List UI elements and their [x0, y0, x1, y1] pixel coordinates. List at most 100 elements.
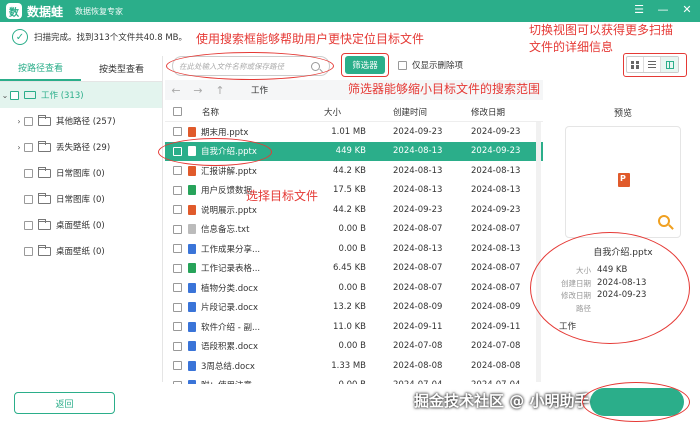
app-name: 数据蛙 — [27, 4, 64, 19]
table-row[interactable]: 附：使用注意...0.00 B2024-07-042024-07-04 — [165, 376, 543, 384]
docx-file-icon — [188, 282, 196, 293]
tree-item-label: 日常图库 (0) — [56, 169, 105, 179]
title-bar: 数 数据蛙 数据恢复专家 ☰ — ✕ — [0, 0, 700, 22]
file-modified: 2024-08-07 — [471, 282, 521, 293]
tree-checkbox[interactable] — [24, 168, 33, 178]
row-checkbox[interactable] — [172, 205, 182, 215]
annotation-box-filter — [341, 53, 389, 77]
file-created: 2024-07-04 — [371, 380, 461, 384]
folder-icon — [38, 114, 51, 126]
row-checkbox[interactable] — [172, 263, 182, 273]
chevron-right-icon[interactable]: › — [14, 143, 24, 152]
annotation-ring-selected — [158, 138, 272, 166]
row-checkbox[interactable] — [172, 322, 182, 332]
file-created: 2024-08-13 — [393, 146, 443, 157]
tree-checkbox[interactable] — [24, 142, 33, 152]
file-name: 植物分类.docx — [201, 283, 259, 294]
file-created: 2024-08-07 — [393, 282, 443, 293]
row-checkbox[interactable] — [172, 244, 182, 254]
file-modified: 2024-08-13 — [471, 243, 521, 254]
table-row[interactable]: 信息备忘.txt 0.00 B 2024-08-07 2024-08-07 — [165, 220, 543, 240]
column-modified[interactable]: 修改日期 — [461, 106, 541, 118]
row-checkbox[interactable] — [172, 380, 182, 384]
row-checkbox[interactable] — [172, 127, 182, 137]
file-size: 44.2 KB — [332, 204, 366, 215]
file-created: 2024-08-07 — [393, 263, 443, 274]
folder-icon — [38, 166, 51, 178]
table-row[interactable]: 语段积累.docx 0.00 B 2024-07-08 2024-07-08 — [165, 337, 543, 357]
tree-item-gallery[interactable]: 日常图库 (0) — [0, 186, 162, 212]
file-name: 期末用.pptx — [201, 127, 249, 138]
drive-icon — [24, 91, 36, 99]
table-row[interactable]: 软件介绍 - 副... 11.0 KB 2024-09-11 2024-09-11 — [165, 317, 543, 337]
file-modified: 2024-07-04 — [461, 380, 541, 384]
tab-by-type[interactable]: 按类型查看 — [81, 56, 162, 81]
file-created: 2024-07-08 — [393, 341, 443, 352]
tab-by-path[interactable]: 按路径查看 — [0, 56, 81, 81]
frog-logo-icon: 数 — [6, 3, 22, 19]
tree-item-lost-paths[interactable]: › 丢失路径 (29) — [0, 134, 162, 160]
deleted-only-checkbox[interactable] — [398, 60, 407, 70]
row-checkbox[interactable] — [172, 361, 182, 371]
table-row[interactable]: 片段记录.docx 13.2 KB 2024-08-09 2024-08-09 — [165, 298, 543, 318]
row-checkbox[interactable] — [172, 166, 182, 176]
file-created: 2024-08-13 — [393, 243, 443, 254]
app-subtitle: 数据恢复专家 — [75, 6, 124, 16]
tree-item-gallery[interactable]: 日常图库 (0) — [0, 160, 162, 186]
file-modified: 2024-08-13 — [471, 165, 521, 176]
file-created: 2024-08-09 — [393, 302, 443, 313]
table-row[interactable]: 工作成果分享... 0.00 B 2024-08-13 2024-08-13 — [165, 239, 543, 259]
up-arrow-icon[interactable]: ↑ — [209, 84, 231, 97]
back-button[interactable]: 返回 — [14, 392, 115, 414]
tree-checkbox[interactable] — [24, 194, 33, 204]
table-row[interactable]: 说明展示.pptx 44.2 KB 2024-09-23 2024-09-23 — [165, 200, 543, 220]
file-modified: 2024-09-23 — [471, 126, 521, 137]
select-all-checkbox[interactable] — [172, 107, 182, 116]
file-name: 工作记录表格... — [201, 264, 261, 275]
breadcrumb[interactable]: 工作 — [251, 84, 268, 96]
folder-icon — [38, 140, 51, 152]
chevron-down-icon[interactable]: ⌄ — [0, 91, 10, 100]
table-row[interactable]: 植物分类.docx 0.00 B 2024-08-07 2024-08-07 — [165, 278, 543, 298]
forward-arrow-icon[interactable]: → — [187, 84, 209, 97]
table-row[interactable]: 工作记录表格... 6.45 KB 2024-08-07 2024-08-07 — [165, 259, 543, 279]
tree-item-wallpaper[interactable]: 桌面壁纸 (0) — [0, 238, 162, 264]
tree-checkbox[interactable] — [10, 90, 19, 100]
zoom-icon[interactable] — [658, 215, 670, 227]
tree-checkbox[interactable] — [24, 116, 33, 126]
back-arrow-icon[interactable]: ← — [165, 84, 187, 97]
chevron-right-icon[interactable]: › — [14, 117, 24, 126]
row-checkbox[interactable] — [172, 283, 182, 293]
file-name: 汇报讲解.pptx — [201, 166, 257, 177]
file-size: 1.33 MB — [331, 360, 366, 371]
scrollbar[interactable] — [536, 122, 541, 382]
deleted-only-toggle[interactable]: 仅显示删除项 — [398, 56, 463, 74]
column-created[interactable]: 创建时间 — [371, 106, 461, 118]
table-row[interactable]: 3周总结.docx 1.33 MB 2024-08-08 2024-08-08 — [165, 356, 543, 376]
tree-item-wallpaper[interactable]: 桌面壁纸 (0) — [0, 212, 162, 238]
file-modified: 2024-09-11 — [471, 321, 521, 332]
tree-checkbox[interactable] — [24, 220, 33, 230]
sidebar-tabs: 按路径查看 按类型查看 — [0, 56, 162, 82]
row-checkbox[interactable] — [172, 341, 182, 351]
file-name: 片段记录.docx — [201, 303, 259, 314]
column-name[interactable]: 名称 — [184, 106, 304, 118]
close-icon[interactable]: ✕ — [680, 3, 694, 16]
table-row[interactable]: 用户反馈数据... 17.5 KB 2024-08-13 2024-08-13 — [165, 181, 543, 201]
column-size[interactable]: 大小 — [304, 106, 371, 118]
file-size: 6.45 KB — [332, 263, 366, 274]
pptx-file-icon — [188, 204, 196, 215]
app-logo: 数 数据蛙 — [6, 3, 63, 20]
file-modified: 2024-09-23 — [471, 204, 521, 215]
tree-checkbox[interactable] — [24, 246, 33, 256]
tree-item-other-paths[interactable]: › 其他路径 (257) — [0, 108, 162, 134]
row-checkbox[interactable] — [172, 302, 182, 312]
file-created: 2024-09-23 — [393, 126, 443, 137]
file-size: 0.00 B — [338, 341, 366, 352]
tree-item-work[interactable]: ⌄ 工作 (313) — [0, 82, 162, 108]
tree-item-label: 日常图库 (0) — [56, 195, 105, 205]
menu-icon[interactable]: ☰ — [632, 3, 646, 16]
row-checkbox[interactable] — [172, 224, 182, 234]
minimize-icon[interactable]: — — [656, 3, 670, 16]
row-checkbox[interactable] — [172, 185, 182, 195]
